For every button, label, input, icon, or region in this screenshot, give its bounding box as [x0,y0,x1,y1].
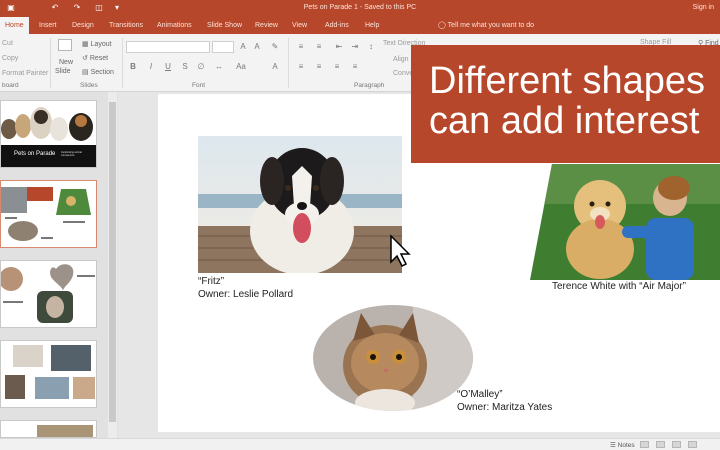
thumbnail-title: Pets on Parade [14,151,56,157]
clear-formatting-icon[interactable]: ✎ [270,42,280,52]
ribbon-tabs: Home Insert Design Transitions Animation… [0,17,720,34]
align-right-icon[interactable]: ≡ [332,62,342,72]
cut-button[interactable]: Cut [2,40,13,47]
normal-view-icon[interactable] [640,441,649,448]
scrollbar-thumb[interactable] [109,102,116,422]
reset-button[interactable]: ↺ Reset [82,54,108,62]
lightbulb-icon: ◯ [438,22,446,29]
thumbnail-heart-slide [1,264,95,323]
tab-insert[interactable]: Insert [34,17,62,34]
callout-line-1: Different shapes [429,60,706,102]
new-slide-button-label[interactable]: Slide [55,68,71,75]
tab-home[interactable]: Home [0,17,29,34]
tab-view[interactable]: View [287,17,312,34]
justify-icon[interactable]: ≡ [350,62,360,72]
slide-show-icon[interactable] [688,441,697,448]
bold-icon[interactable]: B [128,62,138,72]
omalley-cat-photo[interactable] [313,305,473,411]
tab-add-ins[interactable]: Add-ins [320,17,354,34]
mouse-cursor-icon [390,234,411,268]
omalley-caption-name[interactable]: “O’Malley” [457,389,503,401]
reading-view-icon[interactable] [672,441,681,448]
powerpoint-window: ▣ ↶ ↷ ◫ ▾ Pets on Parade 1 - Saved to th… [0,0,720,450]
slide-thumbnail-3[interactable] [0,260,97,328]
slide-sorter-icon[interactable] [656,441,665,448]
sign-in-link[interactable]: Sign in [693,4,714,11]
divider [50,38,51,88]
divider [288,38,289,88]
shadow-icon[interactable]: S [180,62,190,72]
tab-transitions[interactable]: Transitions [104,17,148,34]
tab-design[interactable]: Design [67,17,99,34]
omalley-caption-owner[interactable]: Owner: Maritza Yates [457,402,552,414]
format-painter-button[interactable]: Format Painter [2,70,48,77]
align-text-button[interactable]: Align [393,56,409,63]
thumbnail-shapes-slide [1,187,91,241]
increase-font-icon[interactable]: A [238,42,248,52]
slide-thumbnail-5[interactable] [0,420,97,438]
bullets-icon[interactable]: ≡ [296,42,306,52]
strikethrough-icon[interactable]: ∅ [196,62,206,72]
line-spacing-icon[interactable]: ↕ [366,42,376,52]
notes-button[interactable]: ☰ Notes [610,441,635,449]
status-bar: ☰ Notes [0,438,720,450]
italic-icon[interactable]: I [146,62,156,72]
terence-caption[interactable]: Terence White with “Air Major” [552,281,686,293]
fritz-caption-owner[interactable]: Owner: Leslie Pollard [198,289,293,301]
align-left-icon[interactable]: ≡ [296,62,306,72]
font-size-box[interactable] [212,41,234,53]
change-case-icon[interactable]: Aa [236,62,246,72]
tab-review[interactable]: Review [250,17,283,34]
slide-thumbnail-1[interactable]: Pets on Parade Celebrating animal compan… [0,100,97,168]
char-spacing-icon[interactable]: ↔ [214,62,224,72]
different-shapes-callout: Different shapes can add interest [411,45,720,163]
tell-me-box[interactable]: ◯ Tell me what you want to do [438,17,534,34]
document-title: Pets on Parade 1 - Saved to this PC [303,4,417,11]
underline-icon[interactable]: U [163,62,173,72]
thumbnail-collage-slide [5,345,95,399]
new-slide-button[interactable]: New [59,59,73,66]
divider [122,38,123,88]
tab-slide-show[interactable]: Slide Show [202,17,247,34]
title-bar: ▣ ↶ ↷ ◫ ▾ Pets on Parade 1 - Saved to th… [0,0,720,17]
thumbnails-scrollbar[interactable] [108,92,117,438]
copy-button[interactable]: Copy [2,55,18,62]
increase-indent-icon[interactable]: ⇥ [350,42,360,52]
slides-group-label: Slides [80,82,98,89]
align-center-icon[interactable]: ≡ [314,62,324,72]
fritz-dog-photo[interactable] [198,136,402,273]
tab-help[interactable]: Help [360,17,384,34]
slide-thumbnail-4[interactable] [0,340,97,408]
slide-thumbnail-2[interactable] [0,180,97,248]
fritz-caption-name[interactable]: “Fritz” [198,276,224,288]
thumbnail-partial-slide [37,425,93,437]
font-group-label: Font [192,82,206,89]
new-slide-icon[interactable] [58,39,72,51]
decrease-font-icon[interactable]: A [252,42,262,52]
paragraph-group-label: Paragraph [354,82,385,89]
layout-button[interactable]: ▦ Layout [82,40,112,48]
tell-me-text: Tell me what you want to do [447,22,535,29]
terence-air-major-photo[interactable] [530,164,720,280]
thumbnail-animals-photo [1,101,96,167]
section-button[interactable]: ▤ Section [82,68,114,76]
numbering-icon[interactable]: ≡ [314,42,324,52]
tab-animations[interactable]: Animations [152,17,197,34]
font-name-box[interactable] [126,41,210,53]
slide-thumbnails-pane: Pets on Parade Celebrating animal compan… [0,92,118,438]
font-color-icon[interactable]: A [270,62,280,72]
thumbnail-subtitle: Celebrating animal companions [61,151,82,157]
callout-line-2: can add interest [429,100,700,142]
clipboard-group-label: board [2,82,19,89]
decrease-indent-icon[interactable]: ⇤ [334,42,344,52]
